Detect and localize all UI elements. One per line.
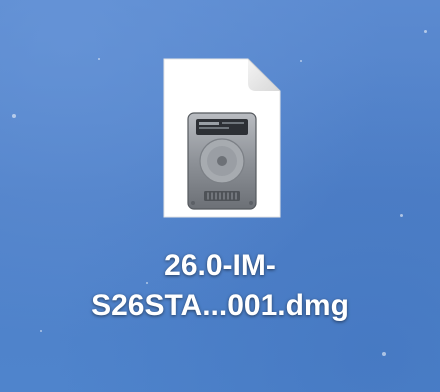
- background-speck: [400, 214, 403, 217]
- background-speck: [12, 114, 16, 118]
- file-name-label[interactable]: 26.0-IM- S26STA...001.dmg: [60, 246, 380, 326]
- file-name-line-1: 26.0-IM-: [164, 249, 276, 282]
- desktop-file-item[interactable]: 26.0-IM- S26STA...001.dmg: [60, 50, 380, 350]
- disk-image-document-icon: [163, 58, 281, 218]
- background-speck: [382, 352, 386, 356]
- background-speck: [424, 30, 427, 33]
- background-speck: [40, 330, 42, 332]
- file-name-line-2: S26STA...001.dmg: [91, 289, 349, 322]
